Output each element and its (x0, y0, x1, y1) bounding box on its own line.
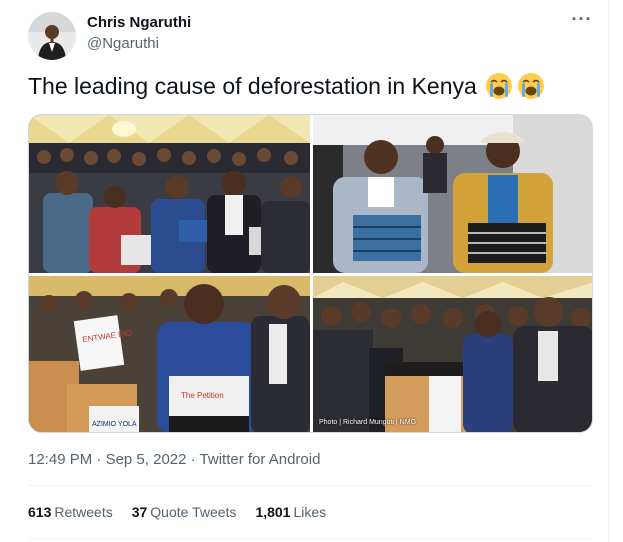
tweet-text-row: The leading cause of deforestation in Ke… (28, 72, 545, 100)
retweets-stat[interactable]: 613 Retweets (28, 504, 113, 520)
loudly-crying-face-icon (485, 72, 513, 100)
divider (28, 539, 593, 540)
photo-1[interactable] (29, 115, 310, 273)
photo-3[interactable]: AZIMIO YOLA ENTWAE PIO The Petition (29, 276, 310, 432)
likes-count: 1,801 (255, 504, 291, 520)
likes-label: Likes (293, 504, 327, 520)
likes-stat[interactable]: 1,801 Likes (255, 504, 326, 520)
more-icon: ··· (571, 9, 593, 29)
quote-tweets-label: Quote Tweets (150, 504, 237, 520)
loudly-crying-face-icon (517, 72, 545, 100)
media-grid: AZIMIO YOLA ENTWAE PIO The Petition Phot… (28, 114, 593, 433)
retweets-label: Retweets (54, 504, 113, 520)
avatar[interactable] (28, 12, 76, 60)
author-handle[interactable]: @Ngaruthi (87, 35, 159, 52)
tweet-metadata: 12:49 PM · Sep 5, 2022 · Twitter for And… (28, 451, 320, 468)
photo-4[interactable]: Photo | Richard Munguti | NMG (313, 276, 592, 432)
tweet-source[interactable]: Twitter for Android (200, 451, 321, 468)
quote-tweets-count: 37 (131, 504, 148, 520)
photo-credit: Photo | Richard Munguti | NMG (319, 419, 417, 426)
box-label-petition: The Petition (181, 391, 224, 400)
author-name[interactable]: Chris Ngaruthi (87, 14, 191, 31)
retweets-count: 613 (28, 504, 52, 520)
timeline-border (608, 0, 609, 542)
engagement-stats: 613 Retweets 37 Quote Tweets 1,801 Likes (28, 504, 345, 520)
tweet: Chris Ngaruthi @Ngaruthi ··· The leading… (0, 0, 608, 542)
more-options-button[interactable]: ··· (568, 10, 596, 38)
photo-2[interactable] (313, 115, 592, 273)
tweet-text: The leading cause of deforestation in Ke… (28, 72, 477, 99)
box-label-azimio: AZIMIO YOLA (92, 421, 137, 428)
tweet-time[interactable]: 12:49 PM (28, 451, 92, 468)
meta-separator: · (96, 451, 102, 468)
quote-tweets-stat[interactable]: 37 Quote Tweets (132, 504, 237, 520)
meta-separator: · (190, 451, 196, 468)
avatar-image (28, 12, 76, 60)
divider (28, 485, 593, 486)
tweet-date[interactable]: Sep 5, 2022 (106, 451, 187, 468)
